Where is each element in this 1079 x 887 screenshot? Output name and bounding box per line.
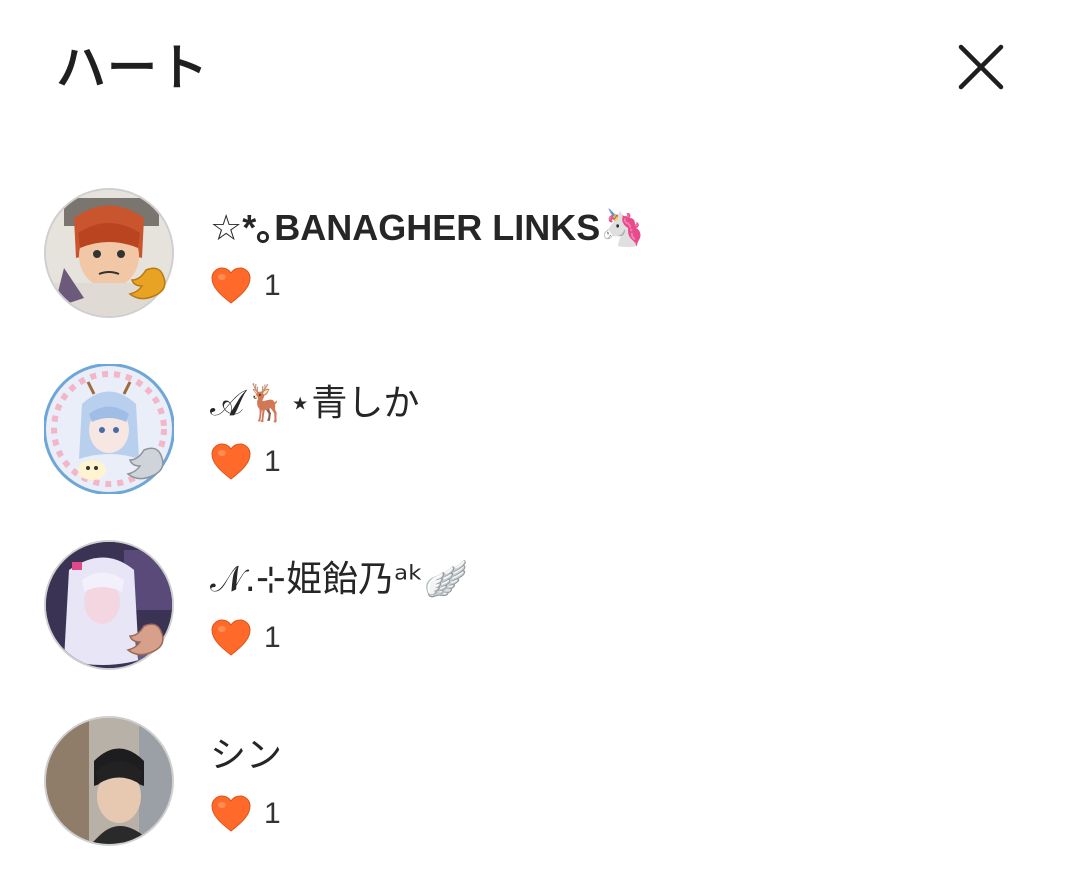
heart-count: 1	[264, 797, 281, 830]
heart-count-group: 1	[210, 442, 281, 482]
list-item[interactable]: 𝒜🦌⋆青しか 1	[0, 352, 1079, 528]
user-name: 𝒜🦌⋆青しか	[210, 383, 420, 424]
avatar[interactable]	[44, 188, 174, 318]
heart-count-group: 1	[210, 266, 281, 306]
close-button[interactable]	[950, 36, 1012, 98]
user-name: シン	[210, 735, 283, 776]
heart-icon	[211, 619, 251, 656]
heart-count-group: 1	[210, 794, 281, 834]
list-item[interactable]: ☆*｡BANAGHER LINKS🦄 1	[0, 176, 1079, 352]
header: ハート	[0, 0, 1079, 140]
heart-count: 1	[264, 621, 281, 654]
heart-icon	[211, 795, 251, 832]
heart-icon	[211, 443, 251, 480]
avatar[interactable]	[44, 716, 174, 846]
avatar[interactable]	[44, 540, 174, 670]
avatar[interactable]	[44, 364, 174, 494]
page-title: ハート	[56, 39, 209, 97]
close-icon	[958, 44, 1004, 90]
list-item[interactable]: シン 1	[0, 704, 1079, 880]
heart-count: 1	[264, 269, 281, 302]
heart-icon	[211, 267, 251, 304]
list-item[interactable]: 𝒩.⊹姫飴乃ᵃᵏ🪽 1	[0, 528, 1079, 704]
user-name: 𝒩.⊹姫飴乃ᵃᵏ🪽	[210, 559, 469, 600]
heart-count: 1	[264, 445, 281, 478]
heart-count-group: 1	[210, 618, 281, 658]
user-list: ☆*｡BANAGHER LINKS🦄 1 𝒜🦌⋆青しか 1 𝒩.⊹姫飴乃ᵃᵏ🪽 …	[0, 176, 1079, 880]
user-name: ☆*｡BANAGHER LINKS🦄	[210, 207, 646, 248]
